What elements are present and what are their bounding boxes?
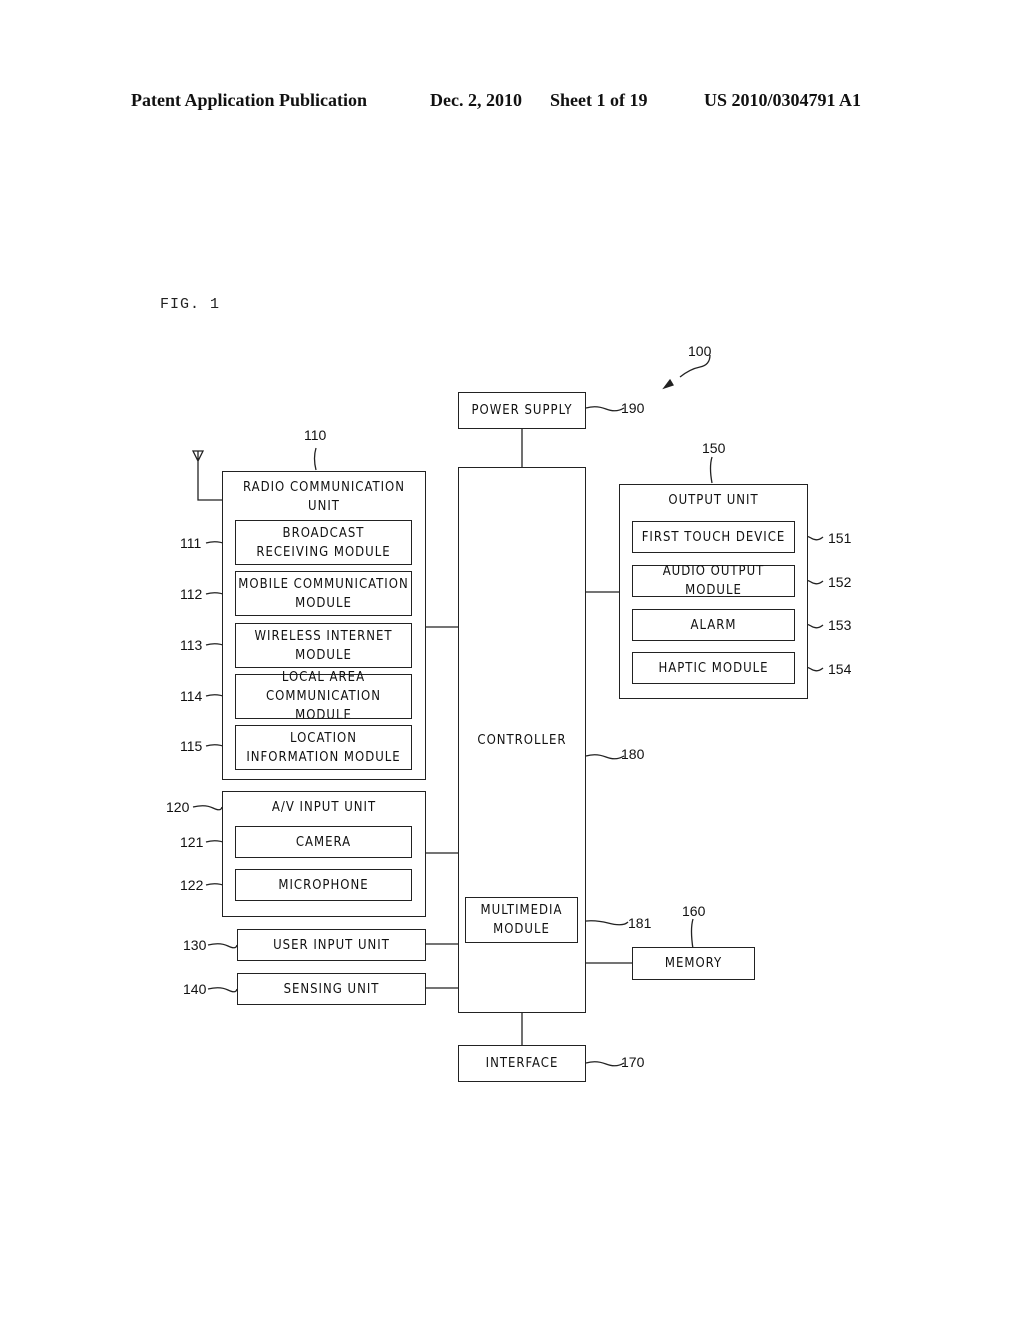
antenna-icon bbox=[191, 450, 222, 501]
camera-ref: 121 bbox=[180, 834, 204, 850]
interface-ref: 170 bbox=[621, 1054, 645, 1070]
sensing-ref: 140 bbox=[183, 981, 207, 997]
mobile-communication-module-block[interactable]: MOBILE COMMUNICATION MODULE bbox=[235, 571, 412, 616]
broadcast-ref: 111 bbox=[180, 535, 202, 551]
local-area-communication-module-block[interactable]: LOCAL AREA COMMUNICATION MODULE bbox=[235, 670, 412, 723]
location-info-ref: 115 bbox=[180, 738, 203, 754]
camera-block[interactable]: CAMERA bbox=[235, 826, 412, 858]
local-area-ref: 114 bbox=[180, 688, 203, 704]
av-input-ref: 120 bbox=[166, 799, 190, 815]
interface-block[interactable]: INTERFACE bbox=[458, 1045, 586, 1082]
haptic-module-block[interactable]: HAPTIC MODULE bbox=[632, 652, 795, 684]
figure-label: FIG. 1 bbox=[160, 296, 221, 313]
microphone-ref: 122 bbox=[180, 877, 204, 893]
audio-output-module-block[interactable]: AUDIO OUTPUT MODULE bbox=[632, 564, 795, 598]
multimedia-ref: 181 bbox=[628, 915, 652, 931]
mobile-comm-ref: 112 bbox=[180, 586, 203, 602]
controller-ref: 180 bbox=[621, 746, 645, 762]
broadcast-receiving-module-block[interactable]: BROADCAST RECEIVING MODULE bbox=[235, 520, 412, 565]
memory-ref: 160 bbox=[682, 903, 706, 919]
first-touch-device-block[interactable]: FIRST TOUCH DEVICE bbox=[632, 521, 795, 553]
wireless-internet-ref: 113 bbox=[180, 637, 203, 653]
user-input-ref: 130 bbox=[183, 937, 207, 953]
audio-output-ref: 152 bbox=[828, 574, 852, 590]
power-supply-ref: 190 bbox=[621, 400, 645, 416]
wireless-internet-module-block[interactable]: WIRELESS INTERNET MODULE bbox=[235, 623, 412, 668]
device-ref: 100 bbox=[688, 343, 712, 359]
first-touch-ref: 151 bbox=[828, 530, 852, 546]
power-supply-block[interactable]: POWER SUPPLY bbox=[458, 392, 586, 429]
patent-number: US 2010/0304791 A1 bbox=[704, 90, 862, 110]
memory-block[interactable]: MEMORY bbox=[632, 947, 755, 980]
publication-date: Dec. 2, 2010 bbox=[430, 90, 522, 110]
sensing-unit-block[interactable]: SENSING UNIT bbox=[237, 973, 426, 1005]
alarm-ref: 153 bbox=[828, 617, 852, 633]
user-input-unit-block[interactable]: USER INPUT UNIT bbox=[237, 929, 426, 961]
multimedia-module-block[interactable]: MULTIMEDIA MODULE bbox=[465, 897, 578, 943]
microphone-block[interactable]: MICROPHONE bbox=[235, 869, 412, 901]
radio-unit-ref: 110 bbox=[304, 427, 327, 443]
location-information-module-block[interactable]: LOCATION INFORMATION MODULE bbox=[235, 725, 412, 770]
sheet-number: Sheet 1 of 19 bbox=[550, 90, 648, 110]
haptic-ref: 154 bbox=[828, 661, 852, 677]
publication-title: Patent Application Publication bbox=[131, 90, 368, 110]
alarm-block[interactable]: ALARM bbox=[632, 609, 795, 641]
output-unit-ref: 150 bbox=[702, 440, 726, 456]
